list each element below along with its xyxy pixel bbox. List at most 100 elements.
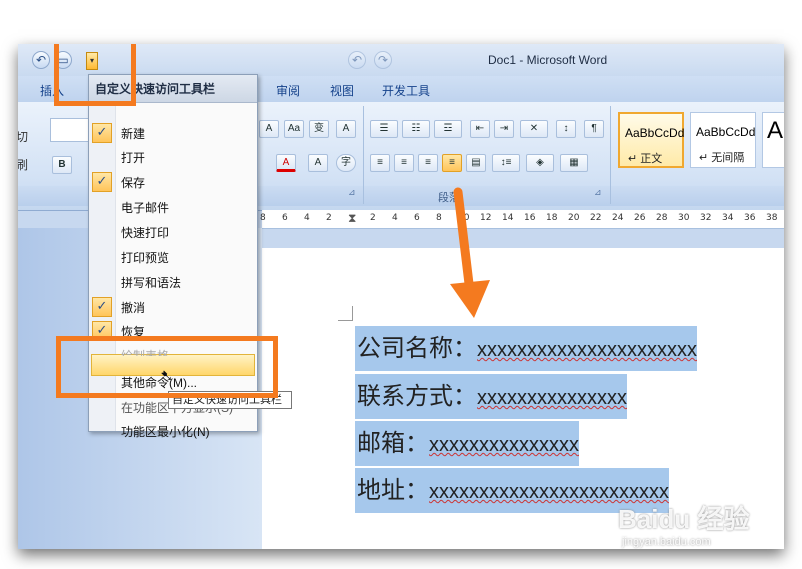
menu-item[interactable]: 撤消 (121, 299, 145, 316)
show-marks-icon[interactable]: ¶ (584, 120, 604, 138)
checkmark-icon: ✓ (92, 297, 112, 317)
menu-item[interactable]: 新建 (121, 125, 145, 142)
ruler-tick-label: 6 (282, 213, 288, 223)
phonetic-guide-button[interactable]: 变 (309, 120, 329, 138)
style-normal[interactable]: AaBbCcDd ↵ 正文 (618, 112, 684, 168)
format-painter-label[interactable]: 刷 (18, 156, 28, 173)
ruler-tick-label: 18 (546, 213, 558, 223)
arrow-shaft (453, 187, 475, 297)
menu-item[interactable]: 拼写和语法 (121, 274, 181, 291)
ruler-tick-label: 34 (722, 213, 734, 223)
doc-line-contact[interactable]: 联系方式：xxxxxxxxxxxxxxx (355, 374, 627, 419)
style-preview: AaBbCcDd (625, 126, 685, 140)
ruler-tick-label: 22 (590, 213, 602, 223)
annotation-arrow (450, 187, 490, 318)
window-title: Doc1 - Microsoft Word (488, 53, 608, 67)
ruler-tick-label: 30 (678, 213, 690, 223)
ruler-tick-label: 16 (524, 213, 536, 223)
font-name-box[interactable] (50, 118, 92, 142)
character-shading-button[interactable]: A (308, 154, 328, 172)
grow-font-button[interactable]: A (259, 120, 279, 138)
word-window: ↶ ▭ ▾ ↶ ↷ Doc1 - Microsoft Word 插入 审阅 视图… (18, 44, 784, 549)
font-dialog-launcher-icon[interactable]: ⊿ (348, 188, 356, 198)
increase-indent-icon[interactable]: ⇥ (494, 120, 514, 138)
doc-line-label: 邮箱： (357, 429, 429, 457)
ruler-tick-label: 4 (304, 213, 310, 223)
ruler-tick-label: 36 (744, 213, 756, 223)
faded-redo-icon: ↷ (374, 51, 392, 69)
borders-icon[interactable]: ▦ (560, 154, 588, 172)
checkmark-icon: ✓ (92, 172, 112, 192)
style-name: ↵ 无间隔 (699, 152, 745, 164)
ruler-tick-label: 2 (370, 213, 376, 223)
enclose-character-button[interactable]: 字 (336, 154, 356, 172)
ruler-tick-label: 38 (766, 213, 778, 223)
align-left-icon[interactable]: ≡ (370, 154, 390, 172)
tab-view[interactable]: 视图 (330, 82, 354, 99)
annotation-box-more-commands (56, 336, 278, 398)
menu-item[interactable]: 功能区最小化(N) (121, 423, 210, 440)
annotation-box-dropdown (54, 44, 136, 106)
style-preview: AaBbCcDd (696, 125, 756, 139)
menu-item[interactable]: 电子邮件 (121, 199, 169, 216)
arrow-head (450, 280, 490, 318)
align-center-icon[interactable]: ≡ (394, 154, 414, 172)
doc-line-value: xxxxxxxxxxxxxxxxxxxxxx (477, 339, 697, 361)
indent-marker-icon[interactable]: ⧗ (348, 211, 356, 226)
ruler-tick-label: 20 (568, 213, 580, 223)
bullets-icon[interactable]: ☰ (370, 120, 398, 138)
line-spacing-icon[interactable]: ↕≡ (492, 154, 520, 172)
watermark-url: jingyan.baidu.com (622, 536, 711, 548)
menu-item[interactable]: 打开 (121, 149, 145, 166)
justify-icon[interactable]: ≡ (442, 154, 462, 172)
watermark: Baidu 经验 jingyan.baidu.com (618, 499, 749, 548)
shading-icon[interactable]: ◈ (526, 154, 554, 172)
ruler-tick-label: 8 (260, 213, 266, 223)
ruler-tick-label: 24 (612, 213, 624, 223)
numbering-icon[interactable]: ☷ (402, 120, 430, 138)
change-case-button[interactable]: Aa (284, 120, 304, 138)
align-right-icon[interactable]: ≡ (418, 154, 438, 172)
style-heading[interactable]: A (762, 112, 784, 168)
multilevel-list-icon[interactable]: ☲ (434, 120, 462, 138)
ruler-tick-label: 6 (414, 213, 420, 223)
doc-line-label: 联系方式： (357, 382, 477, 410)
tab-review[interactable]: 审阅 (276, 82, 300, 99)
ruler-tick-label: 28 (656, 213, 668, 223)
doc-line-label: 地址： (357, 476, 429, 504)
menu-item[interactable]: 打印预览 (121, 249, 169, 266)
sort-icon[interactable]: ↕ (556, 120, 576, 138)
ruler-tick-label: 14 (502, 213, 514, 223)
bold-button[interactable]: B (52, 156, 72, 174)
doc-line-value: xxxxxxxxxxxxxxx (477, 387, 627, 409)
font-color-button[interactable]: A (276, 154, 296, 172)
menu-item[interactable]: 保存 (121, 174, 145, 191)
menu-item[interactable]: 快速打印 (121, 224, 169, 241)
distributed-icon[interactable]: ▤ (466, 154, 486, 172)
paragraph-dialog-launcher-icon[interactable]: ⊿ (594, 188, 602, 198)
group-separator (610, 106, 611, 204)
checkmark-icon: ✓ (92, 123, 112, 143)
doc-line-email[interactable]: 邮箱：xxxxxxxxxxxxxxx (355, 421, 579, 466)
horizontal-ruler[interactable]: 86422468101214161820222426283032343638⧗ (260, 210, 784, 229)
decrease-indent-icon[interactable]: ⇤ (470, 120, 490, 138)
tab-developer[interactable]: 开发工具 (382, 82, 430, 99)
character-border-button[interactable]: A (336, 120, 356, 138)
undo-icon[interactable]: ↶ (32, 51, 50, 69)
ruler-tick-label: 4 (392, 213, 398, 223)
style-name: ↵ 正文 (628, 153, 663, 165)
doc-line-label: 公司名称： (357, 334, 477, 362)
margin-corner-mark (338, 306, 353, 321)
faded-undo-icon: ↶ (348, 51, 366, 69)
group-separator (363, 106, 364, 204)
ruler-tick-label: 26 (634, 213, 646, 223)
watermark-brand: Baidu 经验 (618, 504, 750, 534)
doc-line-company[interactable]: 公司名称：xxxxxxxxxxxxxxxxxxxxxx (355, 326, 697, 371)
doc-line-value: xxxxxxxxxxxxxxx (429, 434, 579, 456)
ruler-tick-label: 32 (700, 213, 712, 223)
ruler-tick-label: 2 (326, 213, 332, 223)
cut-label[interactable]: 切 (18, 128, 28, 145)
chinese-layout-icon[interactable]: ✕ (520, 120, 548, 138)
style-no-spacing[interactable]: AaBbCcDd ↵ 无间隔 (690, 112, 756, 168)
style-preview: A (767, 117, 784, 144)
